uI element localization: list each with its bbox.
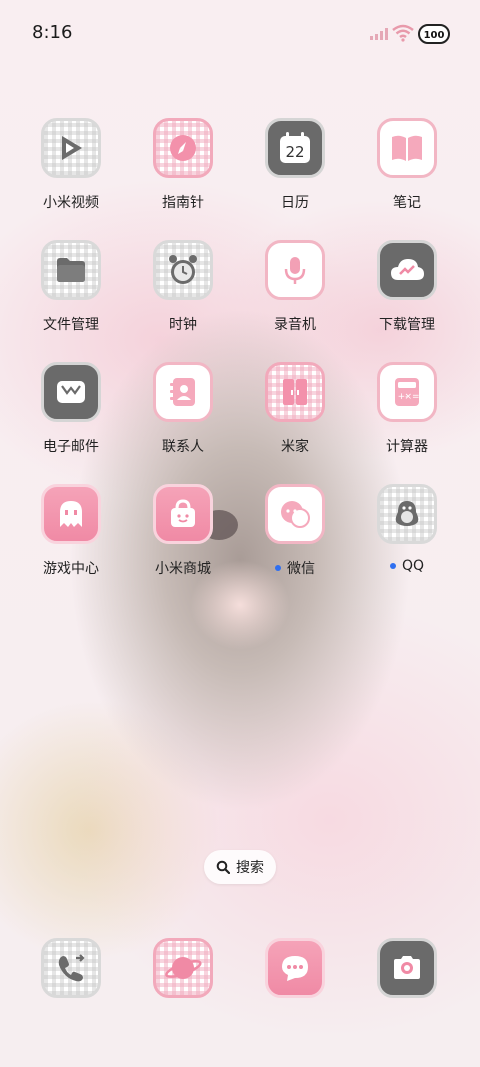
app-label-text: 电子邮件: [43, 439, 99, 455]
app-label: 时钟: [169, 314, 197, 334]
folder-icon: [41, 240, 101, 300]
calendar-icon: 22: [265, 118, 325, 178]
app-cloud-download[interactable]: 下载管理: [352, 240, 462, 334]
app-label: 电子邮件: [43, 436, 99, 456]
play-icon: [41, 118, 101, 178]
app-label-text: 时钟: [169, 317, 197, 333]
cloud-download-icon: [377, 240, 437, 300]
app-label: 小米视频: [43, 192, 99, 212]
dock: [0, 938, 480, 998]
app-label: 米家: [281, 436, 309, 456]
chat-bubbles-icon: [265, 484, 325, 544]
app-label-text: 联系人: [162, 439, 204, 455]
mail-icon: [41, 362, 101, 422]
app-label-text: 下载管理: [379, 317, 435, 333]
camera-icon: [377, 938, 437, 998]
app-label-text: 录音机: [274, 317, 316, 333]
dock-planet-browser[interactable]: [128, 938, 238, 998]
notification-dot: [275, 565, 281, 571]
app-folder[interactable]: 文件管理: [16, 240, 126, 334]
app-calculator[interactable]: +- ×= 计算器: [352, 362, 462, 456]
app-label: 指南针: [162, 192, 204, 212]
app-label-text: 游戏中心: [43, 561, 99, 577]
app-label-text: 指南针: [162, 195, 204, 211]
planet-browser-icon: [153, 938, 213, 998]
svg-text:×=: ×=: [404, 392, 419, 402]
app-label: 文件管理: [43, 314, 99, 334]
app-label-text: 小米商城: [155, 561, 211, 577]
ghost-icon: [41, 484, 101, 544]
penguin-icon: [377, 484, 437, 544]
signal-icon: [370, 28, 388, 40]
notification-dot: [389, 563, 396, 569]
app-play[interactable]: 小米视频: [16, 118, 126, 212]
app-label: 下载管理: [379, 314, 435, 334]
battery-indicator: 100: [418, 24, 450, 44]
svg-text:22: 22: [285, 143, 304, 161]
app-penguin[interactable]: QQ: [352, 484, 462, 574]
microphone-icon: [265, 240, 325, 300]
app-ghost[interactable]: 游戏中心: [16, 484, 126, 578]
app-label-text: 文件管理: [43, 317, 99, 333]
wifi-icon: [392, 24, 414, 42]
app-shopping-bag[interactable]: 小米商城: [128, 484, 238, 578]
app-label: QQ: [389, 558, 425, 574]
app-microphone[interactable]: 录音机: [240, 240, 350, 334]
message-icon: [265, 938, 325, 998]
app-label-text: 米家: [281, 439, 309, 455]
dock-camera[interactable]: [352, 938, 462, 998]
app-label: 录音机: [274, 314, 316, 334]
app-label: 微信: [275, 558, 315, 578]
app-label-text: 笔记: [393, 195, 421, 211]
app-chat-bubbles[interactable]: 微信: [240, 484, 350, 578]
app-label-text: 微信: [287, 561, 315, 577]
calculator-icon: +- ×=: [377, 362, 437, 422]
app-mail[interactable]: 电子邮件: [16, 362, 126, 456]
app-contact[interactable]: 联系人: [128, 362, 238, 456]
door-icon: [265, 362, 325, 422]
app-label: 联系人: [162, 436, 204, 456]
phone-icon: [41, 938, 101, 998]
shopping-bag-icon: [153, 484, 213, 544]
compass-icon: [153, 118, 213, 178]
app-compass[interactable]: 指南针: [128, 118, 238, 212]
app-label: 日历: [281, 192, 309, 212]
book-icon: [377, 118, 437, 178]
search-icon: [216, 860, 230, 874]
dock-phone[interactable]: [16, 938, 126, 998]
app-label-text: QQ: [401, 558, 425, 574]
app-label: 计算器: [386, 436, 428, 456]
app-alarm-clock[interactable]: 时钟: [128, 240, 238, 334]
app-door[interactable]: 米家: [240, 362, 350, 456]
app-label: 游戏中心: [43, 558, 99, 578]
status-bar: 8:16 100: [0, 0, 480, 68]
app-label-text: 日历: [281, 195, 309, 211]
dock-message[interactable]: [240, 938, 350, 998]
app-label: 小米商城: [155, 558, 211, 578]
status-time: 8:16: [32, 22, 73, 43]
app-book[interactable]: 笔记: [352, 118, 462, 212]
app-calendar[interactable]: 22 日历: [240, 118, 350, 212]
search-button[interactable]: 搜索: [204, 850, 276, 884]
alarm-clock-icon: [153, 240, 213, 300]
search-label: 搜索: [236, 860, 264, 876]
contact-icon: [153, 362, 213, 422]
app-label: 笔记: [393, 192, 421, 212]
app-label-text: 计算器: [386, 439, 428, 455]
app-label-text: 小米视频: [43, 195, 99, 211]
